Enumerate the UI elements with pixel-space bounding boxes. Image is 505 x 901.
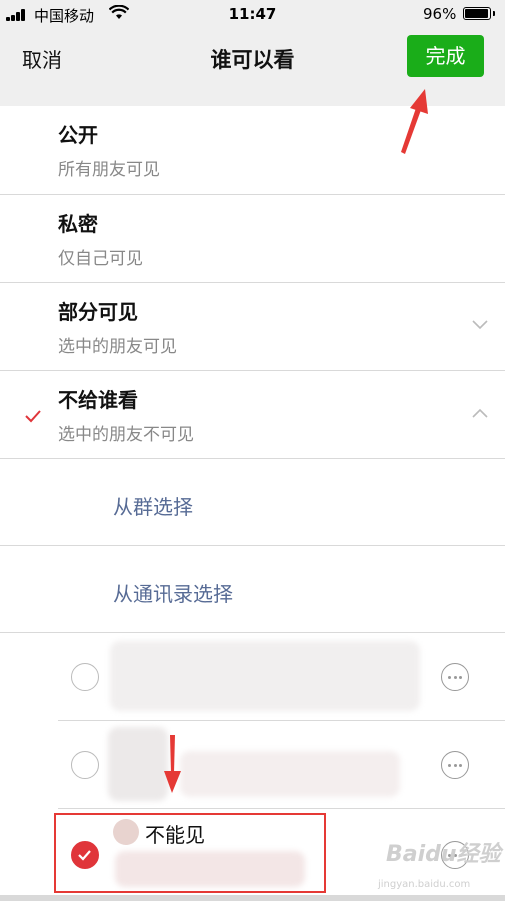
more-icon[interactable] [441, 751, 469, 779]
option-title: 私密 [58, 212, 98, 236]
option-subtitle: 仅自己可见 [58, 249, 143, 269]
blurred-avatar [108, 727, 168, 801]
option-subtitle: 选中的朋友可见 [58, 337, 177, 357]
cancel-button[interactable]: 取消 [22, 44, 62, 73]
contact-row[interactable] [0, 721, 505, 809]
contact-checkbox-checked[interactable] [71, 841, 99, 869]
contact-name: 不能见 [145, 823, 205, 847]
contact-checkbox[interactable] [71, 663, 99, 691]
blurred-contact [110, 641, 420, 711]
blurred-contact [115, 851, 305, 887]
battery-icon [463, 7, 495, 20]
checkmark-icon [25, 410, 41, 423]
chevron-down-icon [472, 320, 488, 330]
option-title: 公开 [58, 123, 98, 147]
status-bar: 中国移动 11:47 96% [0, 0, 505, 28]
annotation-arrow-icon [164, 735, 181, 793]
done-button[interactable]: 完成 [407, 35, 484, 77]
option-subtitle: 所有朋友可见 [58, 160, 160, 180]
option-hide-from[interactable]: 不给谁看 选中的朋友不可见 [0, 371, 505, 459]
option-partial-visible[interactable]: 部分可见 选中的朋友可见 [0, 283, 505, 371]
select-from-contacts[interactable]: 从通讯录选择 [0, 546, 505, 634]
option-private[interactable]: 私密 仅自己可见 [0, 195, 505, 283]
checkmark-icon [78, 850, 91, 861]
battery-percent: 96% [423, 5, 457, 23]
option-public[interactable]: 公开 所有朋友可见 [0, 106, 505, 194]
contact-row[interactable] [0, 633, 505, 721]
watermark-url: jingyan.baidu.com [378, 879, 471, 890]
chevron-up-icon [472, 408, 488, 418]
contact-checkbox[interactable] [71, 751, 99, 779]
bottom-bar [0, 895, 505, 901]
option-title: 不给谁看 [58, 388, 138, 412]
option-title: 部分可见 [58, 300, 138, 324]
person-emoji-icon [113, 819, 139, 845]
select-from-group-label: 从群选择 [113, 495, 193, 519]
select-from-contacts-label: 从通讯录选择 [113, 582, 233, 606]
watermark: Baidu经验 [386, 842, 501, 867]
option-subtitle: 选中的朋友不可见 [58, 425, 194, 445]
more-icon[interactable] [441, 663, 469, 691]
blurred-contact [180, 751, 400, 797]
select-from-group[interactable]: 从群选择 [0, 459, 505, 547]
